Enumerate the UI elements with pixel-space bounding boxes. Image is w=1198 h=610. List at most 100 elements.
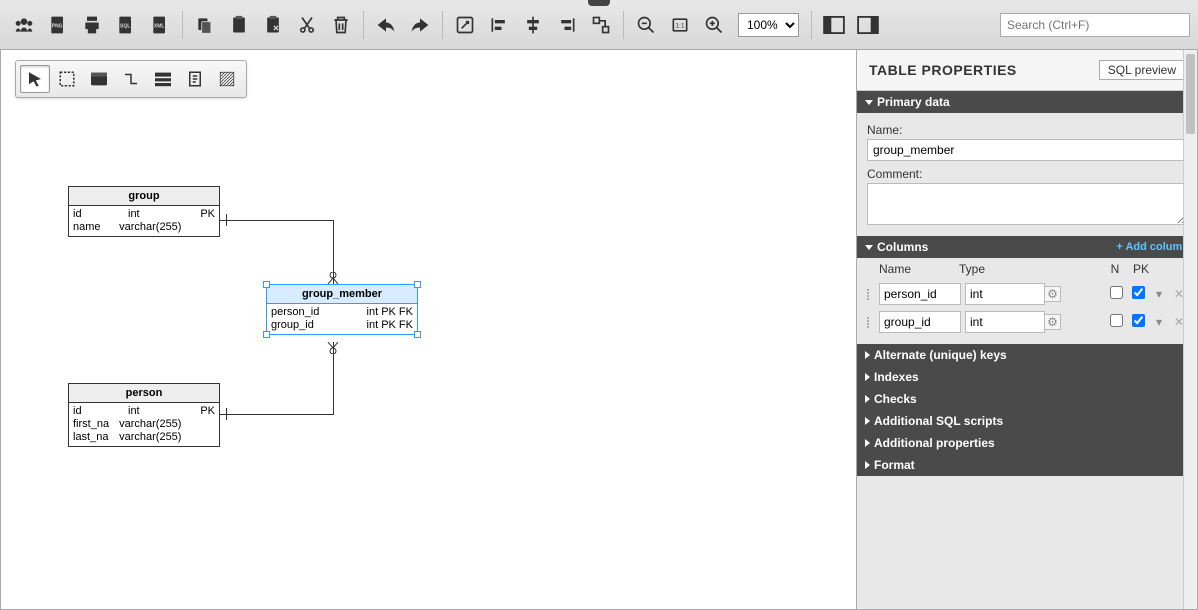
resize-handle[interactable] — [263, 281, 270, 288]
section-checks[interactable]: Checks — [857, 388, 1197, 410]
resize-handle[interactable] — [414, 331, 421, 338]
zoom-out-icon[interactable] — [630, 9, 662, 41]
nullable-checkbox[interactable] — [1107, 286, 1125, 302]
type-settings-icon[interactable]: ⚙ — [1045, 286, 1061, 302]
type-settings-icon[interactable]: ⚙ — [1045, 314, 1061, 330]
paste-special-icon[interactable] — [257, 9, 289, 41]
columns-header: Name Type N PK — [857, 258, 1197, 280]
panel-left-icon[interactable] — [818, 9, 850, 41]
undo-icon[interactable] — [370, 9, 402, 41]
table-body: idintPK first_navarchar(255) last_navarc… — [69, 403, 219, 446]
chevron-right-icon — [865, 417, 870, 425]
paste-icon[interactable] — [223, 9, 255, 41]
section-primary-data[interactable]: Primary data — [857, 91, 1197, 113]
canvas-toolbar — [15, 60, 247, 98]
column-type-input[interactable] — [965, 311, 1045, 333]
section-columns[interactable]: Columns+ Add column — [857, 236, 1197, 258]
section-additional-sql[interactable]: Additional SQL scripts — [857, 410, 1197, 432]
panel-right-icon[interactable] — [852, 9, 884, 41]
add-column-button[interactable]: + Add column — [1116, 241, 1189, 253]
scrollbar-thumb[interactable] — [1186, 54, 1195, 134]
delete-icon[interactable] — [325, 9, 357, 41]
marquee-tool-icon[interactable] — [52, 65, 82, 93]
column-menu-icon[interactable]: ▾ — [1151, 287, 1167, 301]
redo-icon[interactable] — [404, 9, 436, 41]
canvas-area[interactable]: group idintPK namevarchar(255) group_mem… — [1, 50, 857, 609]
name-label: Name: — [867, 123, 1187, 137]
table-body: person_idint PK FK group_idint PK FK — [267, 304, 417, 334]
top-toolbar: PNG SQL XML 1:1 100% — [0, 0, 1198, 50]
panel-drag-handle[interactable] — [588, 0, 610, 6]
name-input[interactable] — [867, 139, 1187, 161]
table-header: person — [69, 384, 219, 403]
section-indexes[interactable]: Indexes — [857, 366, 1197, 388]
col-header-pk: PK — [1127, 262, 1155, 276]
search-input[interactable] — [1000, 13, 1190, 37]
note-tool-icon[interactable] — [180, 65, 210, 93]
align-center-icon[interactable] — [517, 9, 549, 41]
separator — [182, 11, 183, 39]
cut-icon[interactable] — [291, 9, 323, 41]
comment-textarea[interactable] — [867, 183, 1187, 225]
search-box — [1000, 13, 1190, 37]
sql-preview-button[interactable]: SQL preview — [1099, 60, 1185, 80]
zoom-reset-icon[interactable]: 1:1 — [664, 9, 696, 41]
pk-checkbox[interactable] — [1129, 286, 1147, 302]
column-row: ⚙ ▾ ✕ — [857, 280, 1197, 308]
relation-line[interactable] — [220, 220, 333, 221]
sql-export-icon[interactable]: SQL — [110, 9, 142, 41]
table-group[interactable]: group idintPK namevarchar(255) — [68, 186, 220, 237]
table-group-member[interactable]: group_member person_idint PK FK group_id… — [266, 284, 418, 335]
col-header-type: Type — [959, 262, 1059, 276]
section-format[interactable]: Format — [857, 454, 1197, 476]
png-export-icon[interactable]: PNG — [42, 9, 74, 41]
copy-icon[interactable] — [189, 9, 221, 41]
pk-checkbox[interactable] — [1129, 314, 1147, 330]
crowfoot-icon — [327, 342, 340, 354]
properties-panel: TABLE PROPERTIES SQL preview Primary dat… — [857, 50, 1197, 609]
area-tool-icon[interactable] — [212, 65, 242, 93]
xml-export-icon[interactable]: XML — [144, 9, 176, 41]
table-header: group_member — [267, 285, 417, 304]
drag-handle-icon[interactable] — [867, 289, 875, 300]
section-alternate-keys[interactable]: Alternate (unique) keys — [857, 344, 1197, 366]
column-name-input[interactable] — [879, 311, 961, 333]
table-row: idintPK — [73, 208, 215, 221]
svg-text:SQL: SQL — [120, 23, 130, 29]
teams-icon[interactable] — [8, 9, 40, 41]
section-additional-props[interactable]: Additional properties — [857, 432, 1197, 454]
zoom-in-icon[interactable] — [698, 9, 730, 41]
table-tool-icon[interactable] — [84, 65, 114, 93]
select-tool-icon[interactable] — [20, 65, 50, 93]
table-row: namevarchar(255) — [73, 221, 215, 234]
table-person[interactable]: person idintPK first_navarchar(255) last… — [68, 383, 220, 447]
panel-title: TABLE PROPERTIES — [869, 62, 1017, 78]
align-left-icon[interactable] — [483, 9, 515, 41]
chevron-right-icon — [865, 395, 870, 403]
relation-tick — [226, 214, 227, 226]
column-menu-icon[interactable]: ▾ — [1151, 315, 1167, 329]
layout-icon[interactable] — [585, 9, 617, 41]
nullable-checkbox[interactable] — [1107, 314, 1125, 330]
edit-icon[interactable] — [449, 9, 481, 41]
chevron-down-icon — [865, 245, 873, 250]
table-row: first_navarchar(255) — [73, 418, 215, 431]
primary-data-body: Name: Comment: — [857, 113, 1197, 236]
print-icon[interactable] — [76, 9, 108, 41]
column-type-input[interactable] — [965, 283, 1045, 305]
col-header-n: N — [1103, 262, 1127, 276]
align-right-icon[interactable] — [551, 9, 583, 41]
resize-handle[interactable] — [263, 331, 270, 338]
column-name-input[interactable] — [879, 283, 961, 305]
view-tool-icon[interactable] — [148, 65, 178, 93]
separator — [363, 11, 364, 39]
table-row: idintPK — [73, 405, 215, 418]
resize-handle[interactable] — [414, 281, 421, 288]
separator — [811, 11, 812, 39]
main-area: group idintPK namevarchar(255) group_mem… — [0, 50, 1198, 610]
scrollbar[interactable] — [1183, 50, 1197, 609]
relation-tool-icon[interactable] — [116, 65, 146, 93]
zoom-select[interactable]: 100% — [738, 13, 799, 37]
drag-handle-icon[interactable] — [867, 317, 875, 328]
relation-line[interactable] — [220, 414, 333, 415]
